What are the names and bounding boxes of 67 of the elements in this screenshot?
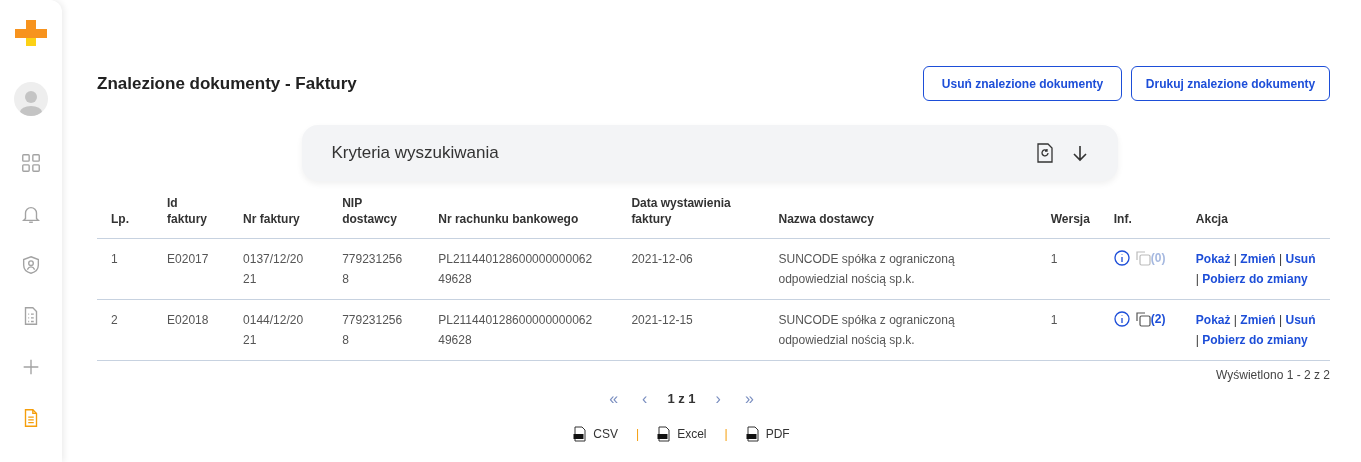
file-icon bbox=[745, 426, 760, 442]
column-header: Id faktury bbox=[167, 196, 208, 226]
separator: | bbox=[724, 426, 728, 443]
separator: | bbox=[1232, 313, 1238, 327]
column-header: Wersja bbox=[1050, 212, 1090, 226]
action-button[interactable]: Usuń znalezione dokumenty bbox=[923, 66, 1122, 101]
action-link[interactable]: Zmień bbox=[1240, 252, 1276, 266]
export-link[interactable]: CSV bbox=[573, 425, 619, 443]
table-cell: 2021-12-06 bbox=[631, 252, 693, 266]
page-title: Znalezione dokumenty - Faktury bbox=[97, 72, 357, 95]
table-cell: 0137/12/20 21 bbox=[243, 252, 304, 286]
table-cell: 1 bbox=[1050, 252, 1058, 266]
info-icon[interactable] bbox=[1113, 250, 1130, 266]
table-cell: 2021-12-15 bbox=[631, 313, 693, 327]
page-indicator: 1 z 1 bbox=[667, 390, 696, 409]
file-icon bbox=[573, 426, 588, 442]
copy-icon bbox=[1135, 250, 1151, 266]
panel-title: Kryteria wyszukiwania bbox=[331, 142, 499, 165]
shield-user-icon[interactable] bbox=[20, 254, 42, 276]
separator: | bbox=[1195, 333, 1200, 347]
table-cell: 1 bbox=[1050, 313, 1058, 327]
separator: | bbox=[636, 426, 640, 443]
column-header: Akcja bbox=[1195, 212, 1228, 226]
copies-link[interactable]: (2) bbox=[1135, 310, 1166, 328]
separator: | bbox=[1278, 313, 1284, 327]
separator: | bbox=[1278, 252, 1284, 266]
action-link[interactable]: Usuń bbox=[1285, 252, 1316, 266]
action-button[interactable]: Drukuj znalezione dokumenty bbox=[1131, 66, 1330, 101]
copy-icon bbox=[1135, 311, 1151, 327]
info-icon[interactable] bbox=[1113, 311, 1130, 327]
search-criteria-panel[interactable]: Kryteria wyszukiwania bbox=[301, 125, 1118, 181]
action-link[interactable]: Pobierz do zmiany bbox=[1202, 333, 1308, 347]
table-cell: SUNCODE spółka z ograniczoną odpowiedzial nością sp.k. bbox=[778, 313, 955, 347]
table-cell: PL211440128600000000062 49628 bbox=[438, 313, 593, 347]
action-link[interactable]: Pokaż bbox=[1195, 252, 1231, 266]
column-header: Lp. bbox=[111, 212, 129, 226]
action-link[interactable]: Usuń bbox=[1285, 313, 1316, 327]
user-icon bbox=[18, 88, 44, 116]
column-header: Nr faktury bbox=[243, 212, 300, 226]
file-icon bbox=[657, 426, 672, 442]
results-summary: Wyświetlono 1 - 2 z 2 bbox=[1216, 367, 1330, 384]
table-cell: SUNCODE spółka z ograniczoną odpowiedzial nością sp.k. bbox=[778, 252, 955, 286]
table-cell: E02018 bbox=[167, 313, 209, 327]
logo-icon[interactable] bbox=[13, 18, 49, 48]
column-header: Data wystawienia faktury bbox=[631, 196, 731, 226]
action-link[interactable]: Pokaż bbox=[1195, 313, 1231, 327]
column-header: Nazwa dostawcy bbox=[778, 212, 874, 226]
table-cell: E02017 bbox=[167, 252, 209, 266]
export-link[interactable]: Excel bbox=[657, 425, 707, 443]
arrow-down-icon[interactable] bbox=[1071, 144, 1088, 162]
table-cell: 0144/12/20 21 bbox=[243, 313, 304, 347]
column-header: Inf. bbox=[1113, 212, 1132, 226]
table-cell: 2 bbox=[111, 313, 118, 327]
dashboard-icon[interactable] bbox=[20, 152, 42, 174]
separator: | bbox=[1195, 272, 1200, 286]
separator: | bbox=[1232, 252, 1238, 266]
table-cell: 779231256 8 bbox=[342, 252, 403, 286]
refresh-document-icon[interactable] bbox=[1035, 143, 1054, 163]
action-link[interactable]: Pobierz do zmiany bbox=[1202, 272, 1308, 286]
table-cell: 1 bbox=[111, 252, 118, 266]
table-cell: 779231256 8 bbox=[342, 313, 403, 347]
table-cell: PL211440128600000000062 49628 bbox=[438, 252, 593, 286]
avatar[interactable] bbox=[14, 82, 48, 116]
column-header: NIP dostawcy bbox=[342, 196, 397, 226]
export-link[interactable]: PDF bbox=[745, 425, 790, 443]
column-header: Nr rachunku bankowego bbox=[438, 212, 579, 226]
action-link[interactable]: Zmień bbox=[1240, 313, 1276, 327]
